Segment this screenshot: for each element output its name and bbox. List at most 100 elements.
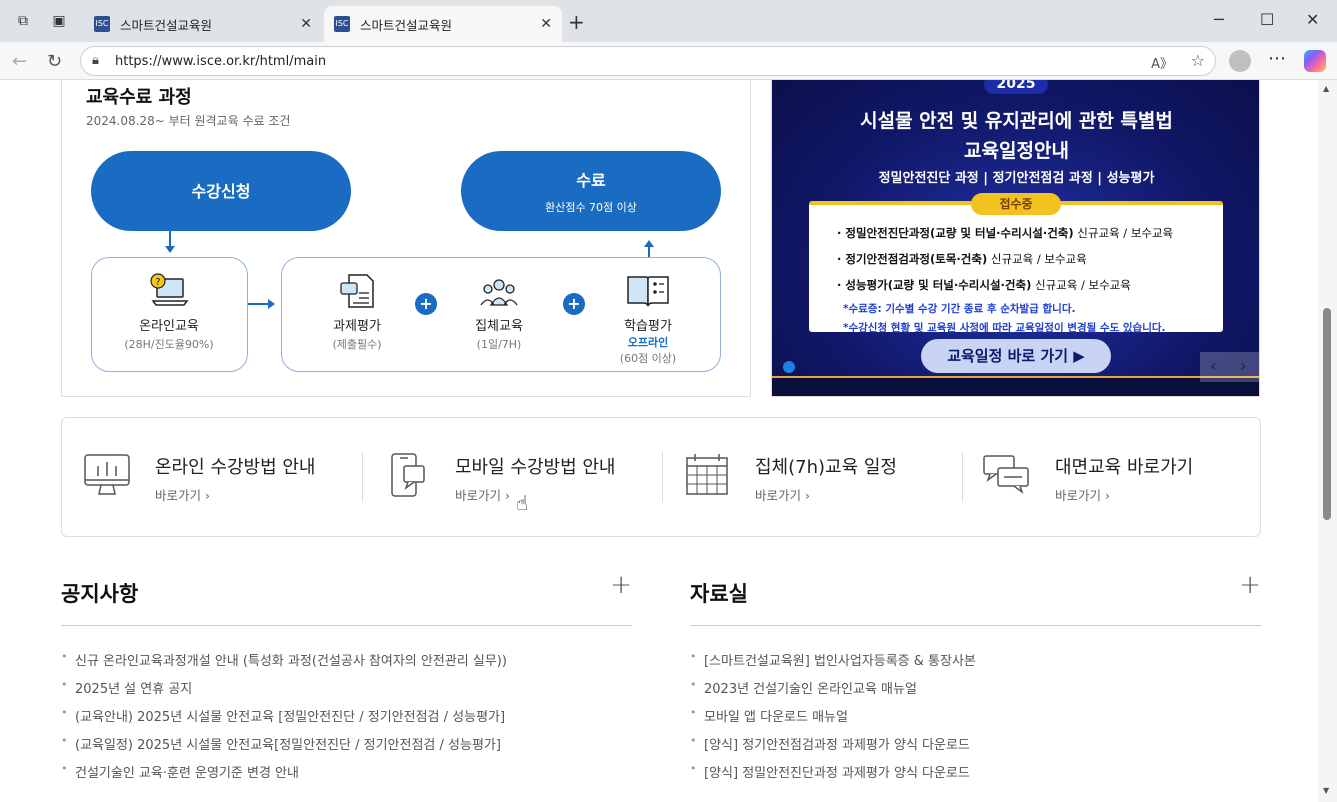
mobile-icon: [391, 453, 425, 497]
archive-more-plus-icon[interactable]: +: [1239, 570, 1261, 600]
close-tab-icon[interactable]: ✕: [300, 16, 312, 32]
list-item[interactable]: (교육일정) 2025년 시설물 안전교육[정밀안전진단 / 정기안전점검 / …: [61, 734, 632, 762]
more-menu-icon[interactable]: ⋯: [1268, 48, 1286, 69]
scroll-up-icon[interactable]: ▲: [1323, 84, 1329, 93]
step-label: 집체교육: [475, 319, 523, 334]
step-sub: (28H/진도율90%): [124, 338, 214, 351]
new-tab-button[interactable]: +: [568, 10, 585, 34]
arrow-down-icon: [165, 246, 175, 253]
notice-title: 공지사항: [61, 582, 139, 606]
banner-title: 시설물 안전 및 유지관리에 관한 특별법: [860, 110, 1173, 132]
tab-title: 스마트건설교육원: [360, 17, 453, 33]
vertical-tabs-icon[interactable]: ▣: [50, 12, 68, 30]
step-label: 과제평가: [333, 319, 381, 334]
close-window-button[interactable]: ✕: [1306, 10, 1319, 29]
page-content: 교육수료 과정 2024.08.28~ 부터 원격교육 수료 조건 수강신청 수…: [0, 80, 1318, 802]
quick-link-title[interactable]: 대면교육 바로가기: [1055, 453, 1193, 479]
list-item[interactable]: (교육안내) 2025년 시설물 안전교육 [정밀안전진단 / 정기안전점검 /…: [61, 706, 632, 734]
minimize-button[interactable]: ─: [1214, 10, 1224, 29]
read-aloud-icon[interactable]: A》: [1151, 53, 1173, 72]
svg-text:?: ?: [155, 277, 160, 288]
mouse-cursor-icon: ☝: [516, 491, 529, 515]
complete-label: 수료: [576, 171, 606, 190]
quick-link-go[interactable]: 바로가기 ›: [455, 485, 510, 504]
step-sub: (제출필수): [332, 338, 382, 351]
banner-bottom-strip: [772, 376, 1259, 396]
next-slide-button[interactable]: ›: [1240, 356, 1246, 375]
maximize-button[interactable]: ☐: [1260, 10, 1274, 29]
group-people-icon: [480, 279, 518, 306]
list-item[interactable]: [스마트건설교육원] 법인사업자등록증 & 통장사본: [690, 650, 1261, 678]
scrollbar-thumb[interactable]: [1323, 308, 1331, 520]
arrow-line: [248, 303, 268, 305]
arrow-up-icon: [644, 240, 654, 247]
plus-icon: +: [563, 293, 585, 315]
quick-link-online[interactable]: 온라인 수강방법 안내 바로가기 ›: [62, 418, 362, 536]
quick-link-go[interactable]: 바로가기 ›: [155, 485, 210, 504]
plus-icon: +: [415, 293, 437, 315]
list-item[interactable]: [양식] 정기안전점검과정 과제평가 양식 다운로드: [690, 734, 1261, 762]
slide-indicator-dot[interactable]: [783, 361, 795, 373]
list-item[interactable]: 모바일 앱 다운로드 매뉴얼: [690, 706, 1261, 734]
step-sub: (60점 이상): [619, 352, 677, 365]
site-favicon-icon: ISC: [94, 16, 110, 32]
workspaces-icon[interactable]: ⧉: [14, 12, 32, 30]
course-completion-box: 교육수료 과정 2024.08.28~ 부터 원격교육 수료 조건 수강신청 수…: [61, 80, 751, 397]
quick-link-go[interactable]: 바로가기 ›: [755, 485, 810, 504]
address-bar[interactable]: 🔒︎ https://www.isce.or.kr/html/main A》 ☆: [80, 46, 1216, 76]
apply-pill: 수강신청: [91, 151, 351, 231]
document-chat-icon: [340, 274, 374, 308]
url-text[interactable]: https://www.isce.or.kr/html/main: [115, 54, 326, 69]
notice-more-plus-icon[interactable]: +: [610, 570, 632, 600]
banner-year-badge: 2025: [984, 80, 1048, 94]
list-item[interactable]: 신규 온라인교육과정개설 안내 (특성화 과정(건설공사 참여자의 안전관리 실…: [61, 650, 632, 678]
list-item[interactable]: 2023년 건설기술인 온라인교육 매뉴얼: [690, 678, 1261, 706]
schedule-go-button[interactable]: 교육일정 바로 가기 ▶: [921, 339, 1111, 373]
quick-link-face-to-face[interactable]: 대면교육 바로가기 바로가기 ›: [962, 418, 1262, 536]
complete-pill: 수료 환산점수 70점 이상: [461, 151, 721, 231]
banner-status-tag: 접수중: [971, 193, 1061, 215]
schedule-banner[interactable]: 2025 시설물 안전 및 유지관리에 관한 특별법 교육일정안내 정밀안전진단…: [771, 80, 1260, 397]
tab-1[interactable]: ISC 스마트건설교육원 ✕: [84, 6, 322, 42]
quick-link-calendar[interactable]: 집체(7h)교육 일정 바로가기 ›: [662, 418, 962, 536]
address-bar-row: ← ↻ 🔒︎ https://www.isce.or.kr/html/main …: [0, 42, 1337, 80]
page-scrollbar[interactable]: ▲ ▼: [1318, 80, 1337, 802]
close-tab-icon[interactable]: ✕: [540, 16, 552, 32]
quick-link-title[interactable]: 집체(7h)교육 일정: [755, 453, 897, 479]
banner-info-card: 접수중 · 정밀안전진단과정(교량 및 터널·수리시설·건축) 신규교육 / 보…: [809, 193, 1223, 334]
course-title: 교육수료 과정: [86, 87, 192, 108]
banner-line-rest: 신규교육 / 보수교육: [1073, 226, 1174, 240]
step-label: 온라인교육: [139, 319, 199, 334]
chat-bubbles-icon: [983, 455, 1029, 495]
quick-link-title[interactable]: 온라인 수강방법 안내: [155, 453, 315, 479]
archive-title: 자료실: [690, 582, 748, 606]
banner-line: · 성능평가(교량 및 터널·수리시설·건축) 신규교육 / 보수교육: [837, 277, 1131, 293]
banner-line: · 정밀안전진단과정(교량 및 터널·수리시설·건축) 신규교육 / 보수교육: [837, 225, 1173, 241]
refresh-icon[interactable]: ↻: [47, 51, 62, 72]
list-item[interactable]: [양식] 정밀안전진단과정 과제평가 양식 다운로드: [690, 762, 1261, 790]
scroll-down-icon[interactable]: ▼: [1323, 786, 1329, 795]
favorite-star-icon[interactable]: ☆: [1191, 51, 1205, 70]
arrow-line: [169, 231, 171, 247]
step-assignment: 과제평가 (제출필수): [297, 273, 417, 352]
banner-line-bold: · 성능평가(교량 및 터널·수리시설·건축): [837, 278, 1032, 292]
profile-avatar[interactable]: [1229, 50, 1251, 72]
banner-line-bold: · 정밀안전진단과정(교량 및 터널·수리시설·건축): [837, 226, 1074, 240]
list-item[interactable]: 2025년 설 연휴 공지: [61, 678, 632, 706]
tab-2[interactable]: ISC 스마트건설교육원 ✕: [324, 6, 562, 42]
copilot-icon[interactable]: [1304, 50, 1326, 72]
step-online: ? 온라인교육 (28H/진도율90%): [109, 273, 229, 352]
banner-title-2: 교육일정안내: [964, 140, 1069, 162]
step-sub: (1일/7H): [476, 338, 522, 351]
lock-icon[interactable]: 🔒︎: [92, 53, 99, 68]
prev-slide-button[interactable]: ‹: [1210, 356, 1216, 375]
quick-link-go[interactable]: 바로가기 ›: [1055, 485, 1110, 504]
back-icon[interactable]: ←: [12, 51, 27, 72]
quick-link-mobile[interactable]: 모바일 수강방법 안내 바로가기 ›: [362, 418, 662, 536]
open-book-icon: [627, 276, 669, 307]
divider: [690, 625, 1261, 626]
quick-link-title[interactable]: 모바일 수강방법 안내: [455, 453, 615, 479]
calendar-icon: [686, 454, 728, 495]
list-item[interactable]: 건설기술인 교육·훈련 운영기준 변경 안내: [61, 762, 632, 790]
apply-label: 수강신청: [191, 182, 251, 201]
